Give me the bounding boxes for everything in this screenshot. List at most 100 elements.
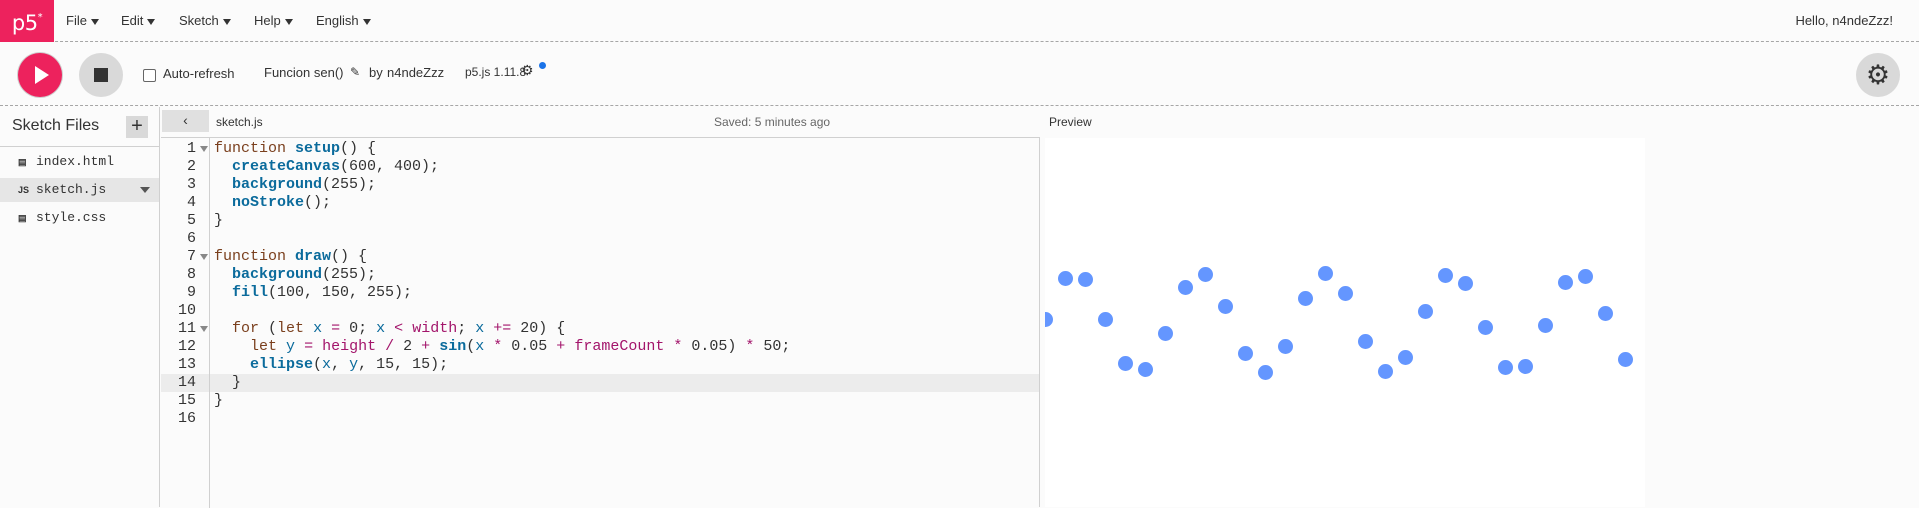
code-text: } [214, 374, 242, 391]
code-line[interactable]: 4 noStroke(); [161, 194, 1039, 212]
version-settings-icon[interactable]: ⚙ [521, 62, 534, 79]
sine-wave-dot [1117, 355, 1133, 371]
code-line[interactable]: 14 } [161, 374, 1039, 392]
sine-wave-dot [1297, 291, 1313, 306]
file-item-index-html[interactable]: ▤ index.html [0, 150, 159, 174]
code-line[interactable]: 12 let y = height / 2 + sin(x * 0.05 + f… [161, 338, 1039, 356]
code-text: background(255); [232, 266, 377, 283]
sidebar-divider [0, 146, 159, 147]
sine-wave-dot [1177, 279, 1193, 295]
caret-down-icon [284, 18, 293, 25]
file-name: index.html [36, 154, 115, 169]
menu-language[interactable]: English [316, 0, 371, 42]
sine-wave-dot [1317, 265, 1333, 281]
code-line[interactable]: 5} [161, 212, 1039, 230]
author-link[interactable]: n4ndeZzz [387, 65, 444, 80]
code-text: noStroke(); [232, 194, 332, 211]
line-number-gutter [161, 138, 210, 508]
code-line[interactable]: 8 background(255); [161, 266, 1039, 284]
toolbar: Auto-refresh Funcion sen() ✎ by n4ndeZzz… [0, 43, 1919, 106]
sine-wave-dot [1257, 365, 1273, 381]
pencil-icon[interactable]: ✎ [350, 65, 360, 79]
code-text: let y = height / 2 + sin(x * 0.05 + fram… [250, 338, 791, 355]
code-text: function setup() { [214, 140, 377, 157]
sketch-canvas[interactable] [1045, 138, 1645, 507]
gear-icon: ⚙ [1865, 60, 1891, 90]
sine-wave-dot [1337, 286, 1353, 302]
code-line[interactable]: 13 ellipse(x, y, 15, 15); [161, 356, 1039, 374]
caret-down-icon [90, 18, 99, 25]
code-line[interactable]: 2 createCanvas(600, 400); [161, 158, 1039, 176]
file-name: sketch.js [36, 182, 107, 197]
file-item-style-css[interactable]: ▤ style.css [0, 206, 159, 230]
code-line[interactable]: 7 function draw() { [161, 248, 1039, 266]
settings-button[interactable]: ⚙ [1856, 53, 1900, 97]
code-text: } [214, 392, 224, 409]
sine-wave-dot [1197, 266, 1213, 282]
code-line[interactable]: 3 background(255); [161, 176, 1039, 194]
saved-status: Saved: 5 minutes ago [714, 115, 831, 129]
menu-help[interactable]: Help [254, 0, 293, 42]
caret-down-icon [222, 18, 231, 25]
code-line[interactable]: 11 for (let x = 0; x < width; x += 20) { [161, 320, 1039, 338]
editor-file-tab: sketch.js [216, 115, 263, 129]
sketch-name[interactable]: Funcion sen() [264, 65, 343, 80]
code-text: ellipse(x, y, 15, 15); [250, 356, 449, 373]
p5-version-label: p5.js 1.11.8 [465, 65, 527, 79]
sine-wave-dot [1137, 362, 1153, 378]
menu-sketch[interactable]: Sketch [179, 0, 231, 42]
sine-wave-dot [1597, 305, 1613, 321]
file-item-sketch-js[interactable]: JS sketch.js [0, 178, 159, 202]
code-editor[interactable]: 1 function setup() {2 createCanvas(600, 4… [161, 137, 1040, 508]
preview-label: Preview [1049, 115, 1092, 129]
html-file-icon: ▤ [18, 157, 27, 167]
top-nav: p5* File Edit Sketch Help English Hello,… [0, 0, 1919, 42]
chevron-left-icon: ‹ [183, 112, 188, 128]
code-line[interactable]: 10 [161, 302, 1039, 320]
code-line[interactable]: 1 function setup() { [161, 140, 1039, 158]
sine-wave-dot [1477, 319, 1493, 335]
menu-edit[interactable]: Edit [121, 0, 156, 42]
user-greeting-menu[interactable]: Hello, n4ndeZzz! [1795, 0, 1893, 42]
sine-wave-dot [1417, 304, 1433, 320]
caret-down-icon [147, 18, 156, 25]
code-line[interactable]: 6 [161, 230, 1039, 248]
css-file-icon: ▤ [18, 213, 27, 223]
sine-wave-dot [1357, 333, 1373, 349]
menu-file[interactable]: File [66, 0, 99, 42]
code-line[interactable]: 15} [161, 392, 1039, 410]
code-text: } [214, 212, 224, 229]
file-options-caret-icon[interactable] [140, 187, 150, 193]
stop-button[interactable] [79, 53, 123, 97]
sine-wave-dot [1157, 325, 1173, 341]
sine-wave-dot [1217, 298, 1233, 314]
file-name: style.css [36, 210, 107, 225]
sine-wave-dot [1045, 311, 1053, 327]
by-label: by [369, 65, 383, 80]
code-text: for (let x = 0; x < width; x += 20) { [232, 320, 566, 337]
play-icon [35, 66, 49, 84]
sine-wave-dot [1457, 275, 1473, 291]
sine-wave-dot [1077, 271, 1093, 287]
sine-wave-dot [1437, 268, 1453, 284]
sine-wave-dot [1497, 359, 1513, 375]
auto-refresh-label: Auto-refresh [163, 66, 235, 81]
caret-down-icon [362, 18, 371, 25]
version-update-dot [539, 62, 546, 69]
play-button[interactable] [18, 53, 62, 97]
sine-wave-dot [1277, 338, 1293, 354]
code-text: background(255); [232, 176, 377, 193]
code-text: fill(100, 150, 255); [232, 284, 413, 301]
code-text: createCanvas(600, 400); [232, 158, 440, 175]
add-file-button[interactable]: + [126, 116, 148, 138]
code-line[interactable]: 16 [161, 410, 1039, 428]
collapse-sidebar-button[interactable]: ‹ [162, 110, 209, 132]
code-line[interactable]: 9 fill(100, 150, 255); [161, 284, 1039, 302]
sine-wave-dot [1557, 274, 1573, 290]
sketch-files-sidebar: Sketch Files + ▤ index.html JS sketch.js… [0, 107, 160, 507]
sine-wave-dot [1237, 345, 1253, 361]
sine-wave-dot [1397, 350, 1413, 366]
auto-refresh-checkbox[interactable] [143, 69, 156, 82]
sine-wave-dot [1617, 351, 1633, 367]
p5-logo[interactable]: p5* [0, 0, 54, 42]
